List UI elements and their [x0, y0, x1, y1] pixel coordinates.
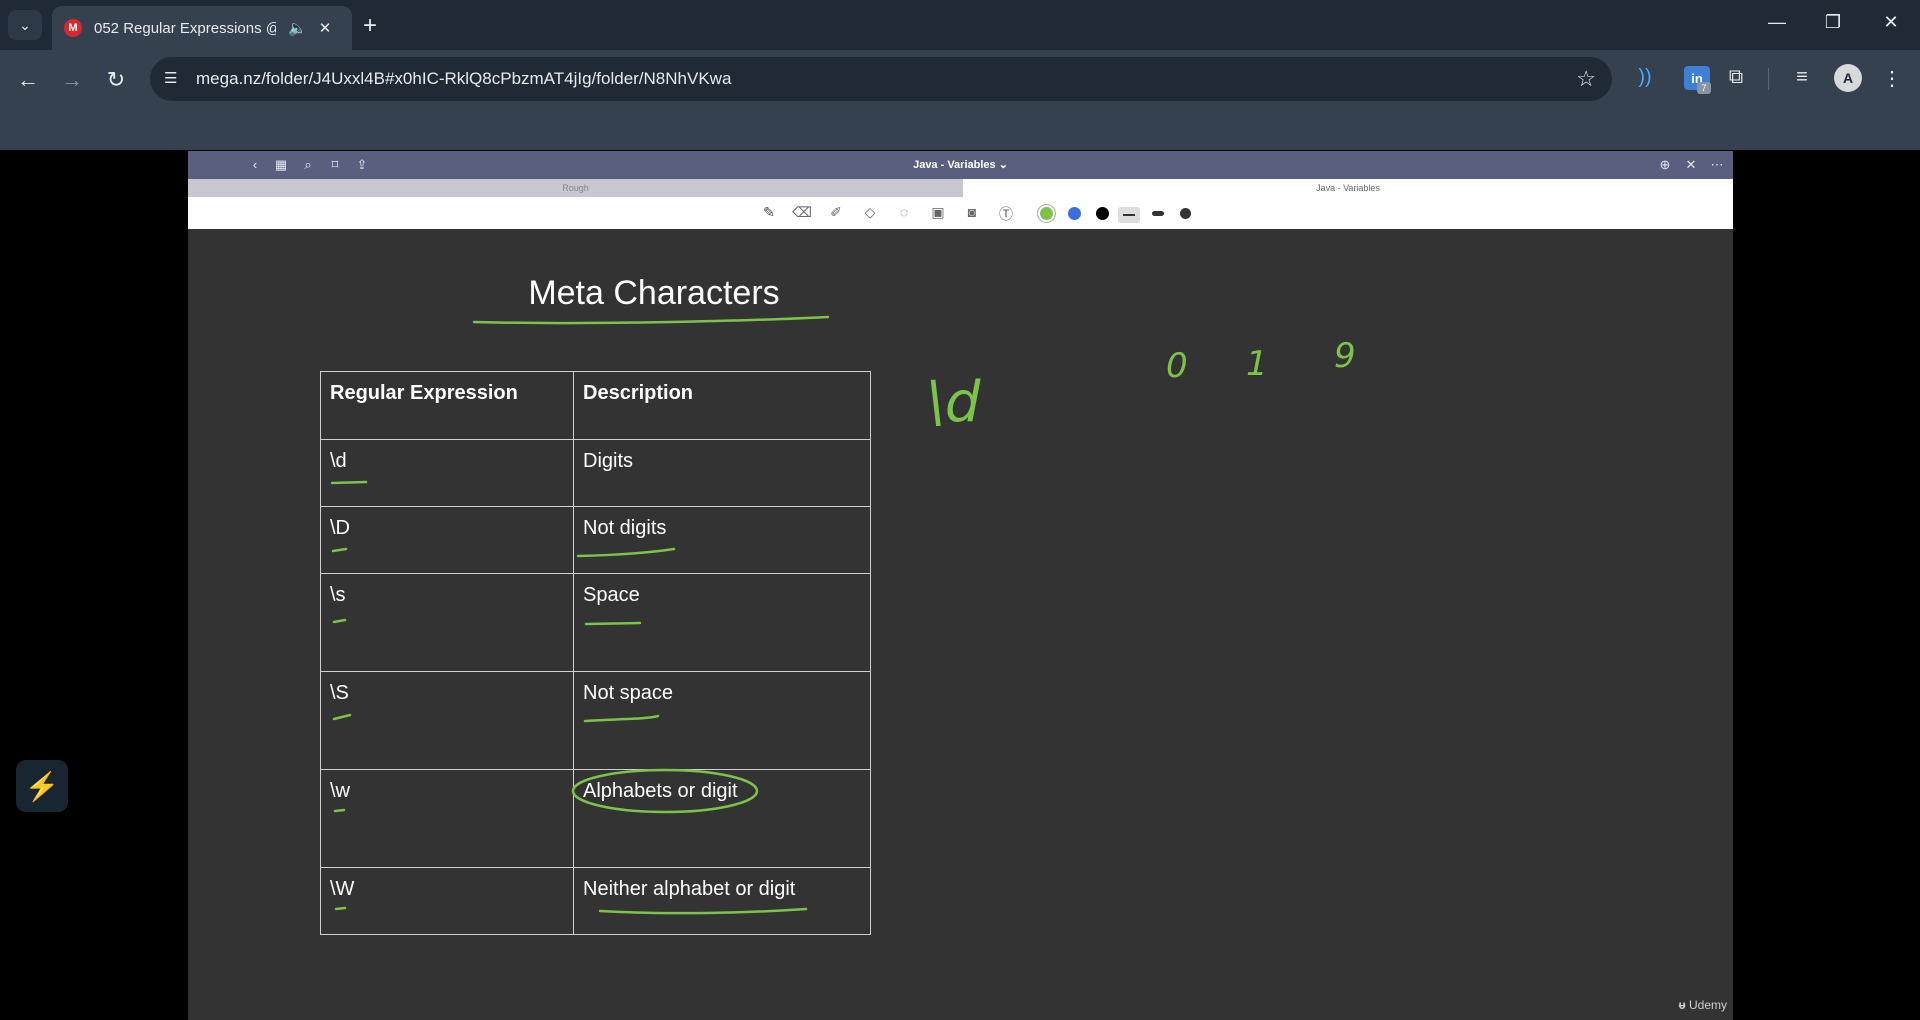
- read-aloud-icon[interactable]: )): [1630, 66, 1660, 89]
- toolbar-divider: [1768, 68, 1769, 90]
- site-info-icon[interactable]: ☰: [164, 69, 184, 89]
- notes-tab-rough: Rough: [188, 179, 963, 197]
- mega-favicon-icon: M: [64, 19, 82, 37]
- video-frame[interactable]: ‹ ▦ ⌕ ⌑ ⇪ Java - Variables ⌄ ⊕ ✕ ⋯ Rough…: [188, 151, 1733, 1020]
- bookmark-star-icon[interactable]: ☆: [1576, 66, 1596, 92]
- underline-space: [584, 621, 642, 626]
- handwritten-digit-0: 0: [1166, 346, 1188, 386]
- stroke-width-medium: [1152, 211, 1164, 216]
- slide-canvas: Meta Characters Regular Expression Descr…: [188, 229, 1733, 1020]
- profile-avatar[interactable]: A: [1834, 64, 1862, 92]
- handwritten-annotations: \d 0 1 9: [330, 315, 1356, 915]
- browser-toolbar: ← → ↻ ☰ mega.nz/folder/J4Uxxl4B#x0hIC-Rk…: [0, 50, 1920, 150]
- browser-tab-active[interactable]: M 052 Regular Expressions @ 🔈 ✕: [52, 6, 352, 50]
- address-bar[interactable]: ☰ mega.nz/folder/J4Uxxl4B#x0hIC-RklQ8cPb…: [150, 57, 1612, 101]
- underline-W: [334, 906, 347, 911]
- underline-S: [332, 713, 352, 721]
- notes-tabs: Rough Java - Variables: [188, 179, 1733, 197]
- back-arrow-icon[interactable]: ←: [12, 64, 44, 96]
- stroke-width-thin: [1118, 207, 1140, 223]
- handwritten-digit-1: 1: [1246, 344, 1268, 384]
- forward-arrow-icon[interactable]: →: [56, 64, 88, 96]
- underline-s: [332, 618, 347, 624]
- watermark-text: Udemy: [1688, 998, 1727, 1012]
- color-swatch-green: [1040, 207, 1053, 220]
- restore-icon[interactable]: ❐: [1818, 12, 1848, 33]
- underline-d: [330, 480, 368, 485]
- minimize-icon[interactable]: —: [1762, 12, 1792, 33]
- shapes-icon: ◇: [864, 204, 876, 220]
- menu-kebab-icon[interactable]: ⋮: [1877, 66, 1907, 91]
- tab-search-button[interactable]: ⌄: [8, 10, 42, 40]
- text-box-icon: Ⓣ: [999, 206, 1013, 222]
- notes-tab-java-variables: Java - Variables: [963, 179, 1733, 197]
- heading-underline: [472, 315, 830, 325]
- speaker-icon[interactable]: 🔈: [288, 19, 307, 37]
- handwritten-pattern: \d: [926, 370, 981, 435]
- highlighter-icon: ✐: [830, 204, 842, 220]
- eraser-icon: ⌫: [792, 204, 812, 220]
- mega-sidebar-button[interactable]: ⚡: [16, 760, 68, 812]
- close-window-icon[interactable]: ✕: [1876, 12, 1906, 33]
- udemy-logo-icon: ᵾ: [1678, 998, 1686, 1012]
- tab-title: 052 Regular Expressions @: [94, 19, 276, 37]
- more-icon: ⋯: [1710, 157, 1724, 172]
- lightning-logo-icon: ⚡: [24, 770, 60, 802]
- image-icon: ▣: [931, 204, 945, 220]
- underline-D: [331, 547, 348, 553]
- underline-w: [333, 808, 346, 813]
- notes-app-header: ‹ ▦ ⌕ ⌑ ⇪ Java - Variables ⌄ ⊕ ✕ ⋯: [188, 151, 1733, 179]
- handwritten-digit-9: 9: [1334, 336, 1356, 376]
- color-swatch-blue: [1068, 207, 1081, 220]
- lasso-icon: ◌: [899, 204, 909, 220]
- new-tab-button[interactable]: +: [356, 12, 384, 40]
- reload-icon[interactable]: ↻: [100, 64, 132, 96]
- url-text[interactable]: mega.nz/folder/J4Uxxl4B#x0hIC-RklQ8cPbzm…: [196, 69, 731, 89]
- document-title: Java - Variables ⌄: [913, 159, 1008, 171]
- stroke-width-thick: [1180, 208, 1191, 219]
- chevron-down-icon: ⌄: [19, 16, 31, 33]
- circle-alphabets-or-digit: [571, 768, 759, 814]
- color-swatch-black: [1096, 207, 1109, 220]
- media-control-icon[interactable]: ≡: [1787, 66, 1817, 89]
- tab-bar: ⌄ M 052 Regular Expressions @ 🔈 ✕ + — ❐ …: [0, 0, 1920, 50]
- extensions-puzzle-icon[interactable]: ⧉: [1721, 66, 1751, 89]
- underline-neither: [598, 907, 808, 915]
- close-tab-icon[interactable]: ✕: [319, 19, 332, 37]
- close-icon: ✕: [1685, 157, 1697, 172]
- pen-icon: ✎: [763, 204, 775, 220]
- udemy-watermark: ᵾ Udemy: [1679, 998, 1727, 1012]
- add-page-icon: ⊕: [1659, 157, 1671, 172]
- drawing-toolbar: ✎ ⌫ ✐ ◇ ◌ ▣ ◙ Ⓣ: [188, 197, 1733, 229]
- extension-badge-count: 7: [1697, 82, 1711, 94]
- underline-not-space: [583, 714, 660, 723]
- camera-icon: ◙: [967, 204, 977, 220]
- underline-not-digits: [576, 547, 676, 558]
